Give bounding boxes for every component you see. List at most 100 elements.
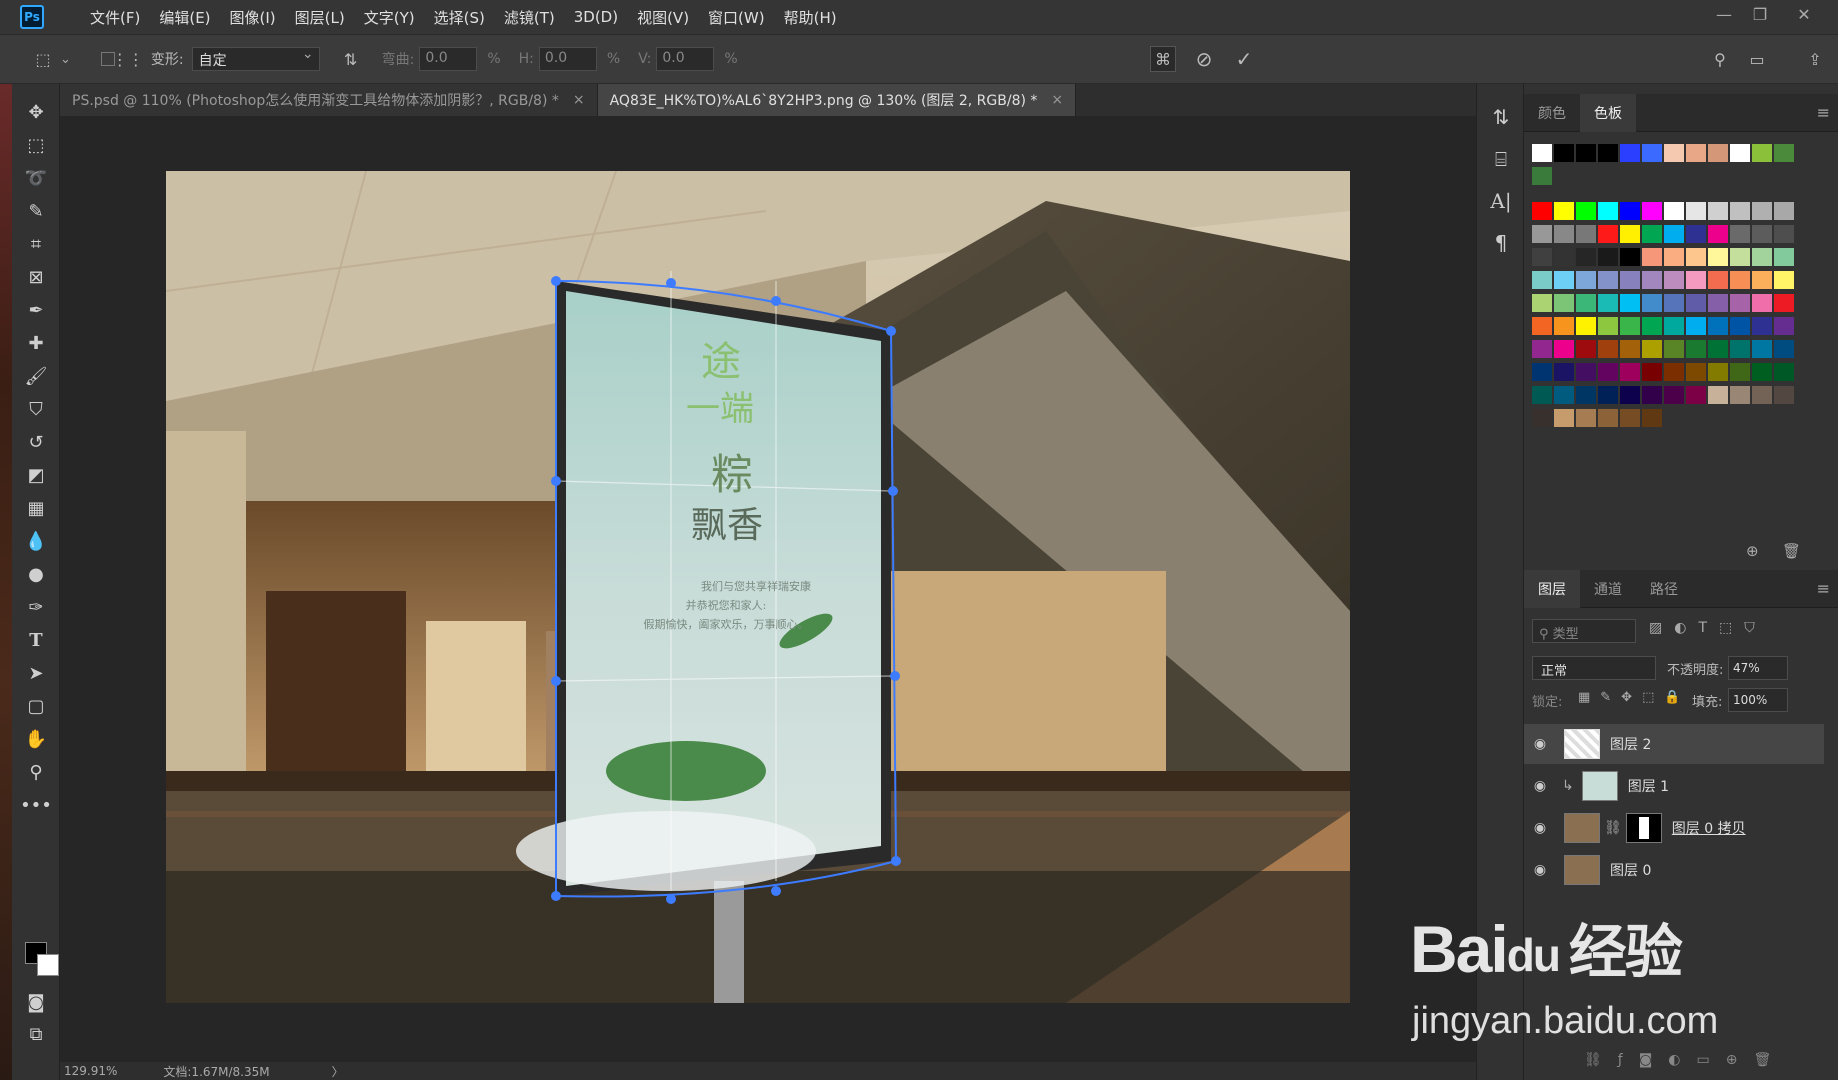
lock-icons[interactable]: ▦✎✥⬚🔒	[1578, 690, 1691, 705]
color-swatch[interactable]	[1532, 363, 1552, 381]
color-swatch[interactable]	[1664, 271, 1684, 289]
new-swatch-icon[interactable]: ⊕	[1746, 542, 1759, 560]
color-swatch[interactable]	[1642, 340, 1662, 358]
close-tab-icon[interactable]: ×	[573, 92, 585, 108]
color-swatch[interactable]	[1598, 386, 1618, 404]
menu-window[interactable]: 窗口(W)	[708, 7, 765, 28]
color-swatch[interactable]	[1532, 409, 1552, 427]
background-color-swatch[interactable]	[37, 954, 59, 976]
panel-menu-icon[interactable]: ≡	[1817, 103, 1830, 122]
color-swatch[interactable]	[1664, 202, 1684, 220]
color-swatch[interactable]	[1686, 271, 1706, 289]
color-swatch[interactable]	[1532, 271, 1552, 289]
color-swatch[interactable]	[1554, 248, 1574, 266]
color-swatch[interactable]	[1554, 340, 1574, 358]
visibility-eye-icon[interactable]: ◉	[1524, 778, 1556, 794]
color-swatch[interactable]	[1642, 144, 1662, 162]
color-swatch[interactable]	[1752, 340, 1772, 358]
color-swatch[interactable]	[1730, 363, 1750, 381]
blend-mode-select[interactable]: 正常	[1532, 656, 1656, 680]
color-swatch[interactable]	[1642, 363, 1662, 381]
color-swatch[interactable]	[1532, 202, 1552, 220]
share-icon[interactable]: ⇪	[1802, 46, 1828, 72]
color-swatch[interactable]	[1774, 363, 1794, 381]
color-swatch[interactable]	[1598, 271, 1618, 289]
color-swatch[interactable]	[1576, 202, 1596, 220]
healing-brush-icon[interactable]: ✚	[18, 328, 54, 358]
tab-png-active[interactable]: AQ83E_HK%TO)%AL6`8Y2HP3.png @ 130% (图层 2…	[597, 84, 1077, 116]
color-swatch[interactable]	[1532, 317, 1552, 335]
color-swatch[interactable]	[1532, 248, 1552, 266]
status-menu-chevron-icon[interactable]: 〉	[332, 1063, 344, 1080]
opacity-input[interactable]: 47%	[1728, 656, 1788, 680]
color-swatch[interactable]	[1730, 248, 1750, 266]
menu-file[interactable]: 文件(F)	[90, 7, 140, 28]
visibility-eye-icon[interactable]: ◉	[1524, 736, 1556, 752]
color-swatch[interactable]	[1554, 409, 1574, 427]
color-swatch[interactable]	[1598, 144, 1618, 162]
menu-type[interactable]: 文字(Y)	[364, 7, 415, 28]
clone-stamp-icon[interactable]: ⛉	[18, 394, 54, 424]
color-swatch[interactable]	[1598, 363, 1618, 381]
color-swatch[interactable]	[1620, 409, 1640, 427]
color-swatch[interactable]	[1730, 386, 1750, 404]
color-swatch[interactable]	[1554, 363, 1574, 381]
color-swatch[interactable]	[1664, 294, 1684, 312]
tab-ps-psd[interactable]: PS.psd @ 110% (Photoshop怎么使用渐变工具给物体添加阴影？…	[60, 84, 598, 116]
warp-orientation-icon[interactable]: ⇅	[338, 46, 364, 72]
color-swatch[interactable]	[1664, 340, 1684, 358]
color-swatch[interactable]	[1576, 248, 1596, 266]
color-swatch[interactable]	[1620, 144, 1640, 162]
color-swatch[interactable]	[1620, 271, 1640, 289]
warp-tool-icon[interactable]: ⬚	[30, 46, 56, 72]
color-swatch[interactable]	[1620, 340, 1640, 358]
color-swatch[interactable]	[1752, 317, 1772, 335]
color-swatch[interactable]	[1752, 386, 1772, 404]
color-swatch[interactable]	[1598, 340, 1618, 358]
close-window-button[interactable]: ✕	[1784, 0, 1824, 28]
search-icon[interactable]: ⚲	[1707, 46, 1733, 72]
color-swatch[interactable]	[1576, 144, 1596, 162]
color-swatch[interactable]	[1730, 271, 1750, 289]
quick-select-tool-icon[interactable]: ✎	[18, 196, 54, 226]
color-swatch[interactable]	[1642, 409, 1662, 427]
color-swatch[interactable]	[1598, 248, 1618, 266]
delete-swatch-icon[interactable]: 🗑	[1782, 542, 1801, 560]
color-swatch[interactable]	[1752, 144, 1772, 162]
color-swatch[interactable]	[1576, 225, 1596, 243]
restore-button[interactable]: ❐	[1740, 0, 1780, 28]
move-tool-icon[interactable]: ✥	[18, 97, 54, 127]
zoom-tool-icon[interactable]: ⚲	[18, 757, 54, 787]
color-swatch[interactable]	[1708, 225, 1728, 243]
color-swatch[interactable]	[1730, 202, 1750, 220]
color-swatch[interactable]	[1774, 340, 1794, 358]
menu-select[interactable]: 选择(S)	[434, 7, 485, 28]
transform-select[interactable]: 自定	[191, 46, 320, 71]
color-swatch[interactable]	[1664, 225, 1684, 243]
color-swatch[interactable]	[1620, 225, 1640, 243]
color-swatch[interactable]	[1774, 271, 1794, 289]
color-swatch[interactable]	[1708, 363, 1728, 381]
color-swatch[interactable]	[1532, 386, 1552, 404]
color-swatch[interactable]	[1554, 317, 1574, 335]
color-swatch[interactable]	[1686, 386, 1706, 404]
layer-row-0[interactable]: ◉ 图层 0	[1524, 850, 1824, 890]
color-swatch[interactable]	[1708, 340, 1728, 358]
more-tools-icon[interactable]: •••	[18, 790, 54, 820]
path-select-tool-icon[interactable]: ➤	[18, 658, 54, 688]
color-swatch[interactable]	[1708, 386, 1728, 404]
color-swatch[interactable]	[1686, 363, 1706, 381]
color-swatch[interactable]	[1554, 144, 1574, 162]
color-swatch[interactable]	[1664, 386, 1684, 404]
layers-menu-icon[interactable]: ≡	[1817, 579, 1830, 598]
color-swatch[interactable]	[1752, 363, 1772, 381]
shape-tool-icon[interactable]: ▢	[18, 691, 54, 721]
layer-bottom-icons[interactable]: ⛓ƒ◙◐▭⊕🗑	[1584, 1052, 1787, 1068]
tab-layers[interactable]: 图层	[1524, 569, 1580, 608]
color-swatch[interactable]	[1686, 317, 1706, 335]
blur-tool-icon[interactable]: 💧	[18, 526, 54, 556]
lasso-tool-icon[interactable]: ➰	[18, 163, 54, 193]
color-swatch[interactable]	[1642, 294, 1662, 312]
color-swatch[interactable]	[1554, 294, 1574, 312]
color-swatch[interactable]	[1730, 340, 1750, 358]
